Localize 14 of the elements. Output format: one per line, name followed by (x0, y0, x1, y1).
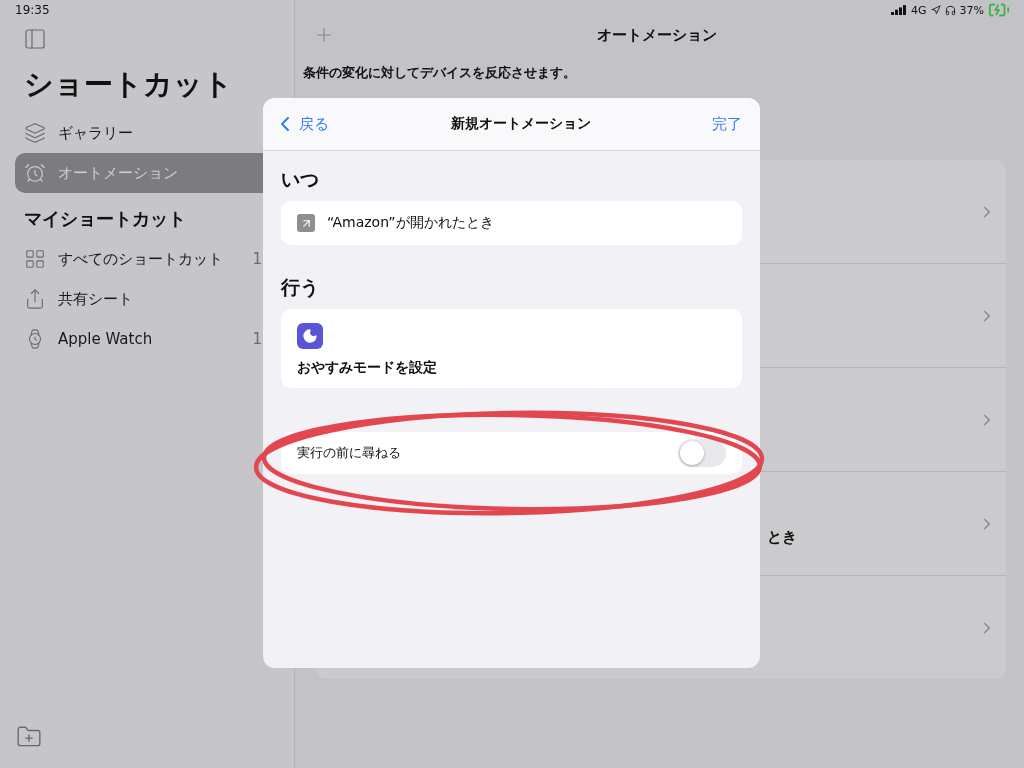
battery-percent: 37% (959, 3, 984, 17)
page-title: オートメーション (597, 25, 717, 45)
network-label: 4G (911, 3, 927, 17)
ask-label: 実行の前に尋ねる (297, 444, 401, 462)
modal-title: 新規オートメーション (449, 115, 592, 133)
section-heading: マイショートカット (24, 207, 187, 231)
item-count: 1 (252, 250, 262, 268)
row-title: とき (767, 528, 798, 547)
item-count: 1 (252, 330, 262, 348)
status-time: 19:35 (15, 3, 51, 17)
sidebar-title: ショートカット (24, 66, 234, 103)
page-subtitle: 条件の変化に対してデバイスを反応させます。 (303, 64, 577, 82)
action-label: おやすみモードを設定 (297, 359, 438, 377)
section-heading: 行う (281, 275, 320, 300)
